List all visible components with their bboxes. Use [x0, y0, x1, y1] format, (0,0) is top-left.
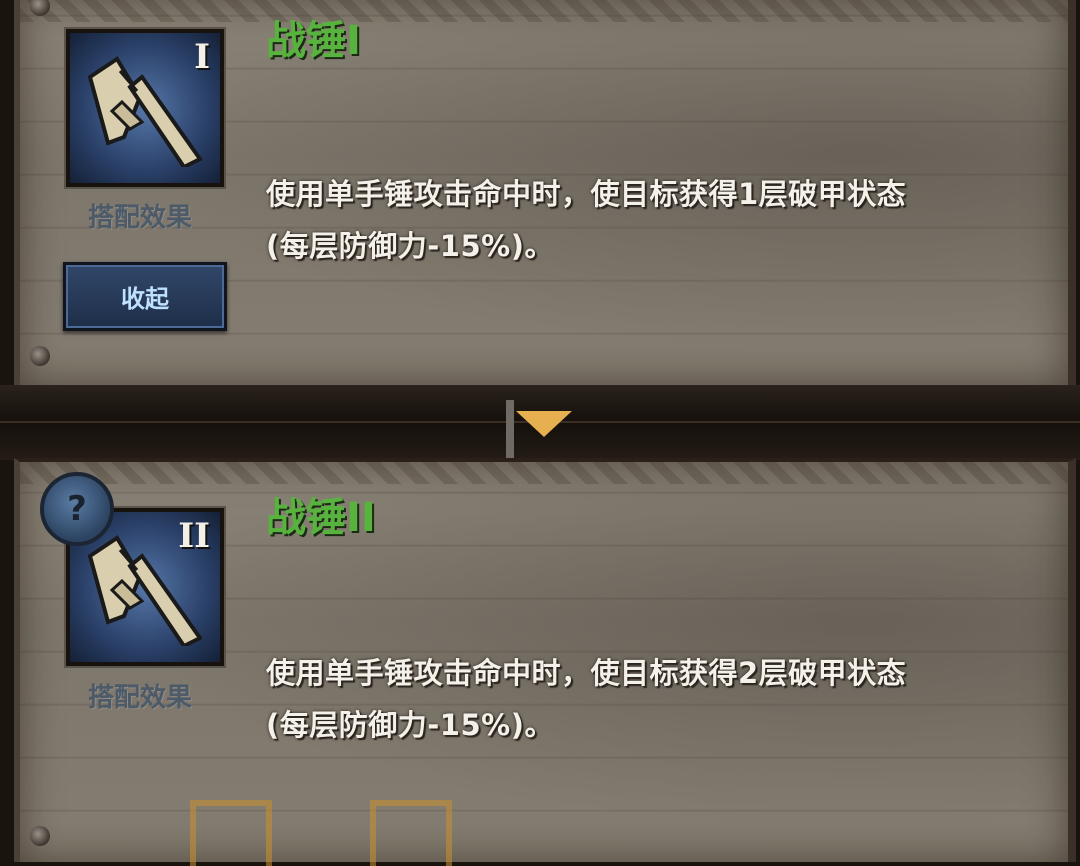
skill-description: 使用单手锤攻击命中时，使目标获得1层破甲状态 (每层防御力-15%)。	[266, 168, 906, 272]
description-line: (每层防御力-15%)。	[266, 708, 554, 742]
hammer-icon	[87, 56, 202, 167]
chevron-down-icon[interactable]	[516, 411, 572, 437]
panel-top-border	[20, 0, 1068, 22]
decorative-ornament	[370, 800, 452, 866]
skill-title: 战锤I	[266, 18, 361, 64]
collapse-button[interactable]: 收起	[63, 262, 227, 331]
skill-title: 战锤II	[266, 495, 376, 541]
tier-label: I	[194, 37, 210, 77]
panel-top-border	[20, 462, 1068, 484]
skill-icon-box-1[interactable]: I	[66, 29, 224, 187]
rivet	[30, 826, 50, 846]
description-line: (每层防御力-15%)。	[266, 229, 554, 263]
skill-description: 使用单手锤攻击命中时，使目标获得2层破甲状态 (每层防御力-15%)。	[266, 647, 906, 751]
description-line: 使用单手锤攻击命中时，使目标获得2层破甲状态	[266, 656, 907, 690]
match-effect-label: 搭配效果	[88, 683, 193, 713]
rivet	[30, 346, 50, 366]
divider-marker	[506, 400, 514, 458]
description-line: 使用单手锤攻击命中时，使目标获得1层破甲状态	[266, 177, 907, 211]
match-effect-label: 搭配效果	[88, 203, 193, 233]
tier-label: II	[178, 516, 210, 556]
decorative-ornament	[190, 800, 272, 866]
help-icon[interactable]: ?	[40, 472, 114, 546]
